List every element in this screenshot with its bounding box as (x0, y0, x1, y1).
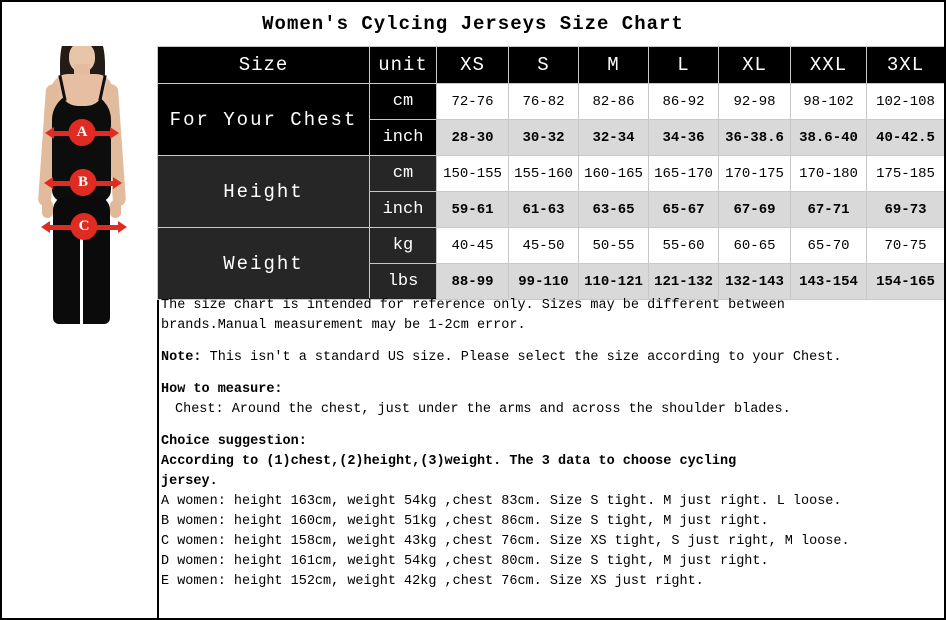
table-row: Height cm 150-155 155-160 160-165 165-17… (157, 155, 944, 228)
size-table: Size unit XS S M L XL XXL 3XL For Your C… (157, 46, 944, 300)
cell-weight-kg-l: 55-60 (648, 227, 719, 264)
cell-height-cm-3xl: 175-185 (866, 155, 944, 192)
cell-height-inch-3xl: 69-73 (866, 191, 944, 228)
measurement-arrow-b: B (44, 169, 122, 196)
row-label-weight: Weight (157, 227, 370, 300)
unit-chest-inch: inch (369, 119, 437, 156)
cell-chest-inch-s: 30-32 (508, 119, 579, 156)
cell-height-cm-l: 165-170 (648, 155, 719, 192)
table-row: For Your Chest cm 72-76 76-82 82-86 86-9… (157, 83, 944, 156)
cell-chest-cm-3xl: 102-108 (866, 83, 944, 120)
note-line: Note: This isn't a standard US size. Ple… (161, 348, 944, 368)
measurement-arrow-c: C (41, 213, 127, 240)
table-row: Weight kg 40-45 45-50 50-55 55-60 60-65 … (157, 227, 944, 300)
measurement-marker-c-label: C (70, 213, 98, 240)
cell-weight-kg-xxl: 65-70 (790, 227, 867, 264)
cell-chest-inch-l: 34-36 (648, 119, 719, 156)
cell-chest-cm-xxl: 98-102 (790, 83, 867, 120)
model-hand-right (110, 200, 121, 218)
unit-height-inch: inch (369, 191, 437, 228)
header-l: L (648, 46, 719, 84)
model-hand-left (42, 200, 53, 218)
cell-chest-cm-m: 82-86 (578, 83, 649, 120)
choice-suggestion-line-1: According to (1)chest,(2)height,(3)weigh… (161, 454, 737, 469)
cell-chest-cm-l: 86-92 (648, 83, 719, 120)
choice-suggestion-line-2: jersey. (161, 474, 218, 489)
cell-height-inch-s: 61-63 (508, 191, 579, 228)
example-women-e: E women: height 152cm, weight 42kg ,ches… (161, 574, 704, 589)
cell-chest-inch-xs: 28-30 (436, 119, 509, 156)
header-xxl: XXL (790, 46, 867, 84)
unit-height-cm: cm (369, 155, 437, 192)
cell-height-cm-xl: 170-175 (718, 155, 791, 192)
cell-height-inch-xxl: 67-71 (790, 191, 867, 228)
cell-height-cm-xs: 150-155 (436, 155, 509, 192)
cell-height-inch-xs: 59-61 (436, 191, 509, 228)
cell-chest-inch-3xl: 40-42.5 (866, 119, 944, 156)
example-women-a: A women: height 163cm, weight 54kg ,ches… (161, 494, 842, 509)
cell-chest-inch-m: 32-34 (578, 119, 649, 156)
note-label: Note: (161, 350, 202, 365)
cell-height-inch-xl: 67-69 (718, 191, 791, 228)
measurement-marker-b-label: B (69, 169, 97, 196)
example-women-d: D women: height 161cm, weight 54kg ,ches… (161, 554, 769, 569)
cell-chest-cm-s: 76-82 (508, 83, 579, 120)
header-s: S (508, 46, 579, 84)
measurement-arrow-a: A (45, 119, 119, 146)
row-label-height: Height (157, 155, 370, 228)
notes-section: The size chart is intended for reference… (157, 292, 944, 592)
table-header-row: Size unit XS S M L XL XXL 3XL (157, 46, 944, 84)
note-text: This isn't a standard US size. Please se… (201, 350, 842, 365)
cell-weight-kg-xl: 60-65 (718, 227, 791, 264)
cell-height-cm-xxl: 170-180 (790, 155, 867, 192)
arrow-tip-right-icon (118, 221, 127, 233)
cell-weight-kg-3xl: 70-75 (866, 227, 944, 264)
arrow-tip-right-icon (113, 177, 122, 189)
page-title-bar: Women's Cylcing Jerseys Size Chart (2, 2, 944, 46)
header-xs: XS (436, 46, 509, 84)
cell-chest-inch-xl: 36-38.6 (718, 119, 791, 156)
cell-chest-inch-xxl: 38.6-40 (790, 119, 867, 156)
model-leg-gap (80, 232, 83, 324)
model-figure-illustration: A B C (24, 46, 138, 340)
cell-weight-kg-s: 45-50 (508, 227, 579, 264)
size-chart-page: Women's Cylcing Jerseys Size Chart A B C… (0, 0, 946, 620)
cell-weight-kg-m: 50-55 (578, 227, 649, 264)
example-women-c: C women: height 158cm, weight 43kg ,ches… (161, 534, 850, 549)
how-to-measure-chest: Chest: Around the chest, just under the … (175, 402, 791, 417)
cell-height-cm-m: 160-165 (578, 155, 649, 192)
disclaimer-line-1: The size chart is intended for reference… (161, 298, 785, 313)
cell-height-cm-s: 155-160 (508, 155, 579, 192)
unit-chest-cm: cm (369, 83, 437, 120)
row-label-chest: For Your Chest (157, 83, 370, 156)
header-m: M (578, 46, 649, 84)
header-unit: unit (369, 46, 437, 84)
disclaimer-line-2: brands.Manual measurement may be 1-2cm e… (161, 318, 526, 333)
cell-weight-kg-xs: 40-45 (436, 227, 509, 264)
header-xl: XL (718, 46, 791, 84)
measurement-marker-a-label: A (68, 119, 96, 146)
choice-suggestion-label: Choice suggestion: (161, 434, 307, 449)
example-women-b: B women: height 160cm, weight 51kg ,ches… (161, 514, 769, 529)
cell-chest-cm-xs: 72-76 (436, 83, 509, 120)
header-3xl: 3XL (866, 46, 944, 84)
header-size: Size (157, 46, 370, 84)
how-to-measure-label: How to measure: (161, 382, 283, 397)
model-photo-panel: A B C (2, 46, 159, 618)
page-title: Women's Cylcing Jerseys Size Chart (262, 13, 684, 35)
unit-weight-kg: kg (369, 227, 437, 264)
cell-height-inch-l: 65-67 (648, 191, 719, 228)
arrow-tip-right-icon (110, 127, 119, 139)
cell-height-inch-m: 63-65 (578, 191, 649, 228)
cell-chest-cm-xl: 92-98 (718, 83, 791, 120)
